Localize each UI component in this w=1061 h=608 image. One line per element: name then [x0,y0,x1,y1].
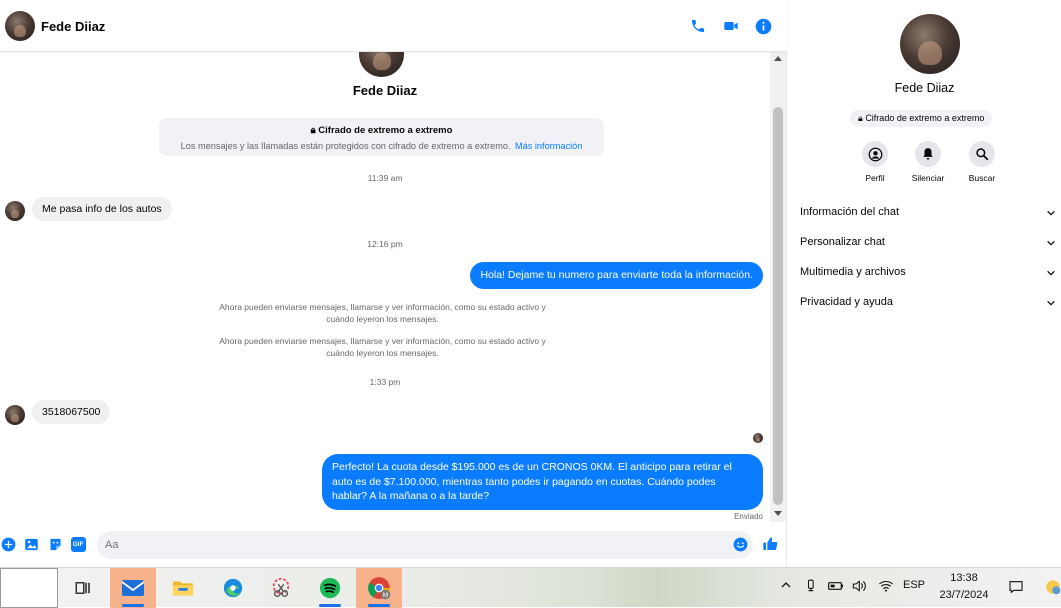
notifications-icon[interactable] [1008,579,1024,598]
encryption-title: 🔒︎ Cifrado de extremo a extremo [310,125,453,136]
message-input[interactable] [97,531,753,559]
svg-text:M: M [383,592,388,599]
message-list[interactable]: Fede Diiaz 🔒︎ Cifrado de extremo a extre… [0,52,770,522]
chevron-down-icon [1046,268,1056,281]
battery-icon[interactable] [828,579,844,596]
like-icon[interactable] [762,536,778,552]
wifi-icon[interactable] [878,579,894,596]
mute-action[interactable]: Silenciar [903,141,953,183]
section-media-files[interactable]: Multimedia y archivos [800,266,1058,286]
input-language[interactable]: ESP [903,579,925,591]
weather-icon[interactable] [1045,579,1061,598]
bell-icon [915,141,941,167]
info-icon[interactable] [753,16,773,36]
messenger-window: Fede Diiaz Fede Diiaz 🔒︎ Cifrado de extr… [0,0,1061,567]
profile-action[interactable]: Perfil [850,141,900,183]
contact-profile-name: Fede Diiaz [352,83,418,98]
outgoing-message[interactable]: Perfecto! La cuota desde $195.000 es de … [322,454,763,510]
image-icon[interactable] [23,536,39,552]
mail-icon[interactable] [110,568,156,608]
sender-avatar[interactable] [5,405,25,425]
scrollbar[interactable] [770,52,786,522]
section-privacy-help[interactable]: Privacidad y ayuda [800,296,1058,316]
profile-icon [862,141,888,167]
encryption-badge: 🔒︎ Cifrado de extremo a extremo [850,110,993,127]
incoming-message[interactable]: Me pasa info de los autos [32,197,172,221]
panel-contact-name: Fede Diiaz [894,81,955,95]
system-message: Ahora pueden enviarse mensajes, llamarse… [219,302,546,324]
edge-icon[interactable] [210,568,256,608]
show-hidden-icons[interactable] [780,579,792,594]
lock-icon: 🔒︎ [858,113,863,123]
scroll-thumb[interactable] [773,107,783,505]
clock-time[interactable]: 13:38 [949,572,979,584]
more-info-link[interactable]: Más información [515,141,582,151]
file-explorer-icon[interactable] [160,568,206,608]
chat-pane: Fede Diiaz Fede Diiaz 🔒︎ Cifrado de extr… [0,0,787,567]
encryption-notice: 🔒︎ Cifrado de extremo a extremo Los mens… [159,118,604,156]
incoming-message[interactable]: 3518067500 [32,400,111,424]
scroll-up-arrow[interactable] [774,56,782,61]
chat-info-panel: Fede Diiaz 🔒︎ Cifrado de extremo a extre… [788,0,1061,567]
meet-now-icon[interactable] [805,579,819,596]
system-message: Ahora pueden enviarse mensajes, llamarse… [219,336,546,358]
timestamp: 11:39 am [367,173,403,183]
volume-icon[interactable] [852,579,868,596]
seen-avatar [753,433,763,443]
spotify-icon[interactable] [307,568,353,608]
chevron-down-icon [1046,298,1056,311]
contact-name[interactable]: Fede Diiaz [41,19,105,34]
clock-date[interactable]: 23/7/2024 [937,589,991,601]
encryption-description: Los mensajes y las llamadas están proteg… [180,141,511,151]
phone-icon[interactable] [688,16,708,36]
chevron-down-icon [1046,208,1056,221]
gif-icon[interactable]: GIF [70,536,86,552]
chrome-icon[interactable]: M [356,568,402,608]
video-icon[interactable] [721,16,741,36]
taskbar-search-box[interactable] [0,568,58,608]
chevron-down-icon [1046,238,1056,251]
contact-profile-avatar [359,52,404,77]
task-view-icon[interactable] [60,568,106,608]
lock-icon: 🔒︎ [310,125,316,136]
composer: GIF [0,530,787,560]
scroll-down-arrow[interactable] [774,511,782,516]
taskbar: M ESP 13:38 23/7/2024 [0,567,1061,608]
emoji-icon[interactable] [732,536,748,552]
section-customize-chat[interactable]: Personalizar chat [800,236,1058,256]
sticker-icon[interactable] [47,536,63,552]
snipping-tool-icon[interactable] [258,568,304,608]
chat-header: Fede Diiaz [0,0,787,52]
timestamp: 1:33 pm [369,377,401,387]
sent-status: Enviado [734,512,763,521]
plus-icon[interactable] [0,536,16,552]
sender-avatar[interactable] [5,201,25,221]
contact-avatar[interactable] [5,11,35,41]
outgoing-message[interactable]: Hola! Dejame tu numero para enviarte tod… [470,262,763,289]
search-icon [969,141,995,167]
section-chat-info[interactable]: Información del chat [800,206,1058,226]
timestamp: 12:16 pm [367,239,403,249]
search-action[interactable]: Buscar [957,141,1007,183]
panel-avatar[interactable] [900,14,960,74]
